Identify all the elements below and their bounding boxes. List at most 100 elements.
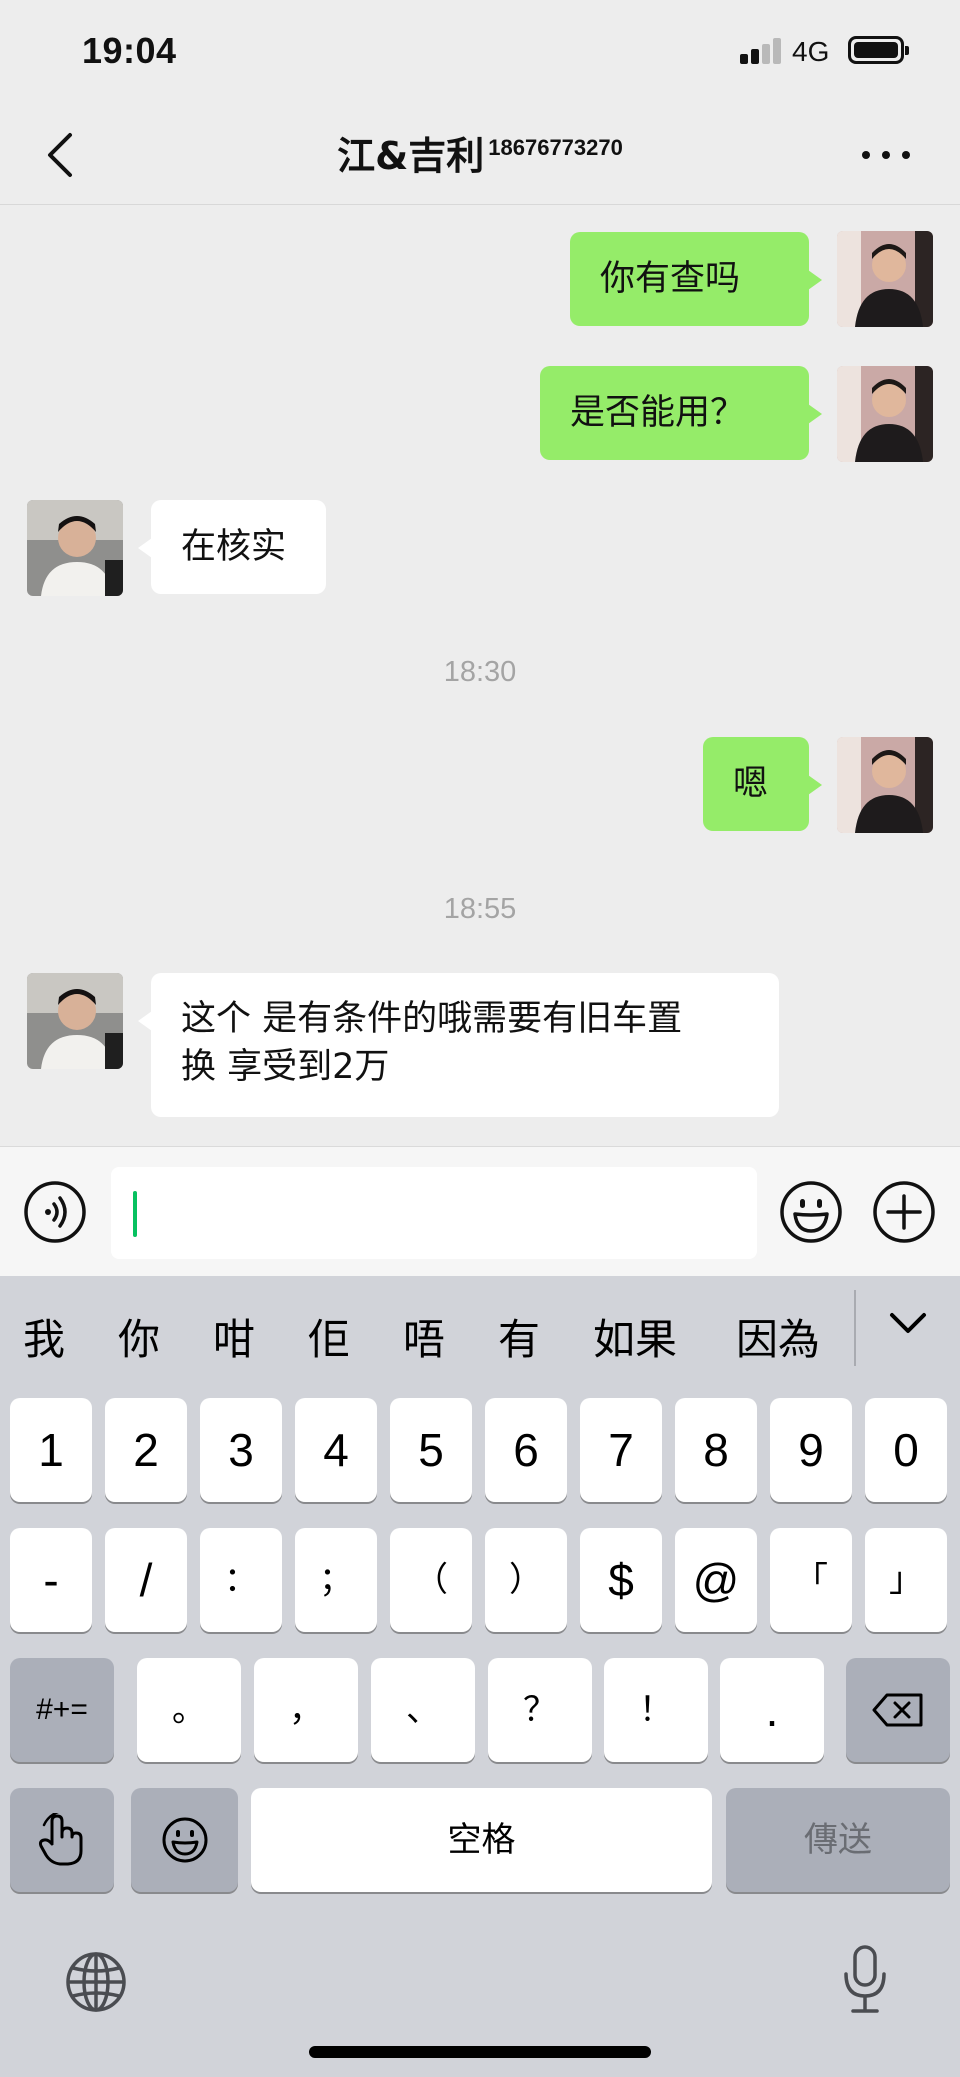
message-bubble-outgoing[interactable]: 嗯 bbox=[703, 737, 822, 831]
key-label: 。 bbox=[172, 1690, 206, 1730]
avatar-contact[interactable] bbox=[27, 500, 123, 596]
key-label: ， bbox=[289, 1690, 323, 1730]
message-text-line: 换 享受到2万 bbox=[181, 1047, 390, 1087]
suggestion-item[interactable]: 有 bbox=[498, 1306, 540, 1367]
hand-pointer-icon bbox=[38, 1813, 83, 1866]
key-full-stop[interactable]: 。 bbox=[137, 1658, 241, 1762]
key-at[interactable]: @ bbox=[675, 1528, 757, 1632]
key-label: @ bbox=[692, 1554, 740, 1606]
key-right-paren[interactable]: ） bbox=[485, 1528, 567, 1632]
chevron-down-icon[interactable] bbox=[884, 1306, 932, 1340]
key-exclamation[interactable]: ！ bbox=[604, 1658, 708, 1762]
key-label: #+= bbox=[36, 1693, 88, 1726]
plus-icon[interactable] bbox=[871, 1179, 937, 1245]
key-question[interactable]: ？ bbox=[488, 1658, 592, 1762]
key-label: 6 bbox=[513, 1424, 539, 1476]
avatar-me[interactable] bbox=[837, 737, 933, 833]
key-label: 2 bbox=[133, 1424, 159, 1476]
message-text-line: 这个 是有条件的哦需要有旧车置 bbox=[181, 999, 683, 1039]
home-indicator bbox=[309, 2046, 651, 2058]
key-dollar[interactable]: $ bbox=[580, 1528, 662, 1632]
avatar-me[interactable] bbox=[837, 231, 933, 327]
suggestion-divider bbox=[854, 1290, 856, 1366]
key-label: ！ bbox=[639, 1690, 673, 1730]
key-label: ； bbox=[319, 1560, 353, 1600]
avatar-contact[interactable] bbox=[27, 973, 123, 1069]
key-label: 8 bbox=[703, 1424, 729, 1476]
battery-icon bbox=[848, 36, 909, 64]
suggestion-item[interactable]: 佢 bbox=[308, 1306, 350, 1367]
key-slash[interactable]: / bbox=[105, 1528, 187, 1632]
key-label: / bbox=[139, 1554, 153, 1606]
contact-phone: 18676773270 bbox=[488, 135, 623, 160]
key-semicolon[interactable]: ； bbox=[295, 1528, 377, 1632]
key-label: （ bbox=[414, 1560, 448, 1600]
message-input[interactable] bbox=[111, 1167, 757, 1259]
key-label: 7 bbox=[608, 1424, 634, 1476]
key-comma[interactable]: ， bbox=[254, 1658, 358, 1762]
key-0[interactable]: 0 bbox=[865, 1398, 947, 1502]
key-label: 9 bbox=[798, 1424, 824, 1476]
key-symbols[interactable]: #+= bbox=[10, 1658, 114, 1762]
keyboard: 我 你 咁 佢 唔 有 如果 因為 1 2 3 4 5 6 7 8 9 0 - … bbox=[0, 1276, 960, 2077]
timestamp: 18:30 bbox=[443, 656, 517, 688]
text-caret bbox=[133, 1191, 137, 1237]
suggestion-item[interactable]: 如果 bbox=[593, 1306, 677, 1367]
status-time: 19:04 bbox=[82, 30, 177, 71]
suggestion-item[interactable]: 唔 bbox=[403, 1306, 445, 1367]
message-bubble-incoming[interactable]: 在核实 bbox=[138, 500, 326, 594]
input-bar bbox=[0, 1146, 960, 1276]
message-text: 嗯 bbox=[733, 764, 769, 804]
key-1[interactable]: 1 bbox=[10, 1398, 92, 1502]
chat-header: 江&吉利 18676773270 bbox=[0, 105, 960, 205]
avatar-me[interactable] bbox=[837, 366, 933, 462]
key-left-paren[interactable]: （ bbox=[390, 1528, 472, 1632]
key-label: $ bbox=[608, 1554, 634, 1606]
key-label: 0 bbox=[893, 1424, 919, 1476]
suggestion-item[interactable]: 我 bbox=[23, 1306, 65, 1367]
key-colon[interactable]: ： bbox=[200, 1528, 282, 1632]
message-bubble-outgoing[interactable]: 你有查吗 bbox=[570, 232, 822, 326]
key-label: - bbox=[43, 1554, 59, 1606]
key-3[interactable]: 3 bbox=[200, 1398, 282, 1502]
key-label: 3 bbox=[228, 1424, 254, 1476]
key-4[interactable]: 4 bbox=[295, 1398, 377, 1502]
globe-icon[interactable] bbox=[64, 1950, 128, 2014]
key-6[interactable]: 6 bbox=[485, 1398, 567, 1502]
key-label: ： bbox=[224, 1560, 258, 1600]
suggestion-item[interactable]: 因為 bbox=[736, 1306, 820, 1367]
message-bubble-outgoing[interactable]: 是否能用？ bbox=[540, 366, 822, 460]
suggestion-item[interactable]: 咁 bbox=[213, 1306, 255, 1367]
key-space[interactable]: 空格 bbox=[251, 1788, 712, 1892]
key-8[interactable]: 8 bbox=[675, 1398, 757, 1502]
timestamp: 18:55 bbox=[443, 893, 517, 925]
message-text: 是否能用？ bbox=[570, 393, 746, 433]
key-emoji[interactable] bbox=[131, 1788, 238, 1892]
key-7[interactable]: 7 bbox=[580, 1398, 662, 1502]
key-handwriting[interactable] bbox=[10, 1788, 114, 1892]
key-2[interactable]: 2 bbox=[105, 1398, 187, 1502]
key-label: 」 bbox=[889, 1560, 923, 1600]
key-left-corner-bracket[interactable]: 「 bbox=[770, 1528, 852, 1632]
key-9[interactable]: 9 bbox=[770, 1398, 852, 1502]
microphone-icon[interactable] bbox=[842, 1944, 888, 2016]
chat-title: 江&吉利 18676773270 bbox=[0, 125, 960, 180]
emoji-icon[interactable] bbox=[778, 1179, 844, 1245]
voice-icon[interactable] bbox=[22, 1179, 88, 1245]
key-period[interactable]: . bbox=[720, 1658, 824, 1762]
emoji-icon bbox=[162, 1817, 207, 1863]
suggestion-item[interactable]: 你 bbox=[118, 1306, 160, 1367]
key-right-corner-bracket[interactable]: 」 bbox=[865, 1528, 947, 1632]
key-5[interactable]: 5 bbox=[390, 1398, 472, 1502]
key-label: 5 bbox=[418, 1424, 444, 1476]
key-send[interactable]: 傳送 bbox=[726, 1788, 950, 1892]
key-label: 空格 bbox=[447, 1820, 516, 1860]
ellipsis-icon[interactable] bbox=[862, 145, 910, 165]
message-bubble-incoming[interactable]: 这个 是有条件的哦需要有旧车置 换 享受到2万 bbox=[138, 973, 779, 1117]
network-type: 4G bbox=[792, 36, 830, 67]
suggestion-bar: 我 你 咁 佢 唔 有 如果 因為 bbox=[0, 1276, 960, 1376]
key-backspace[interactable] bbox=[846, 1658, 950, 1762]
key-label: ？ bbox=[523, 1690, 557, 1730]
key-enumeration-comma[interactable]: 、 bbox=[371, 1658, 475, 1762]
key-hyphen[interactable]: - bbox=[10, 1528, 92, 1632]
